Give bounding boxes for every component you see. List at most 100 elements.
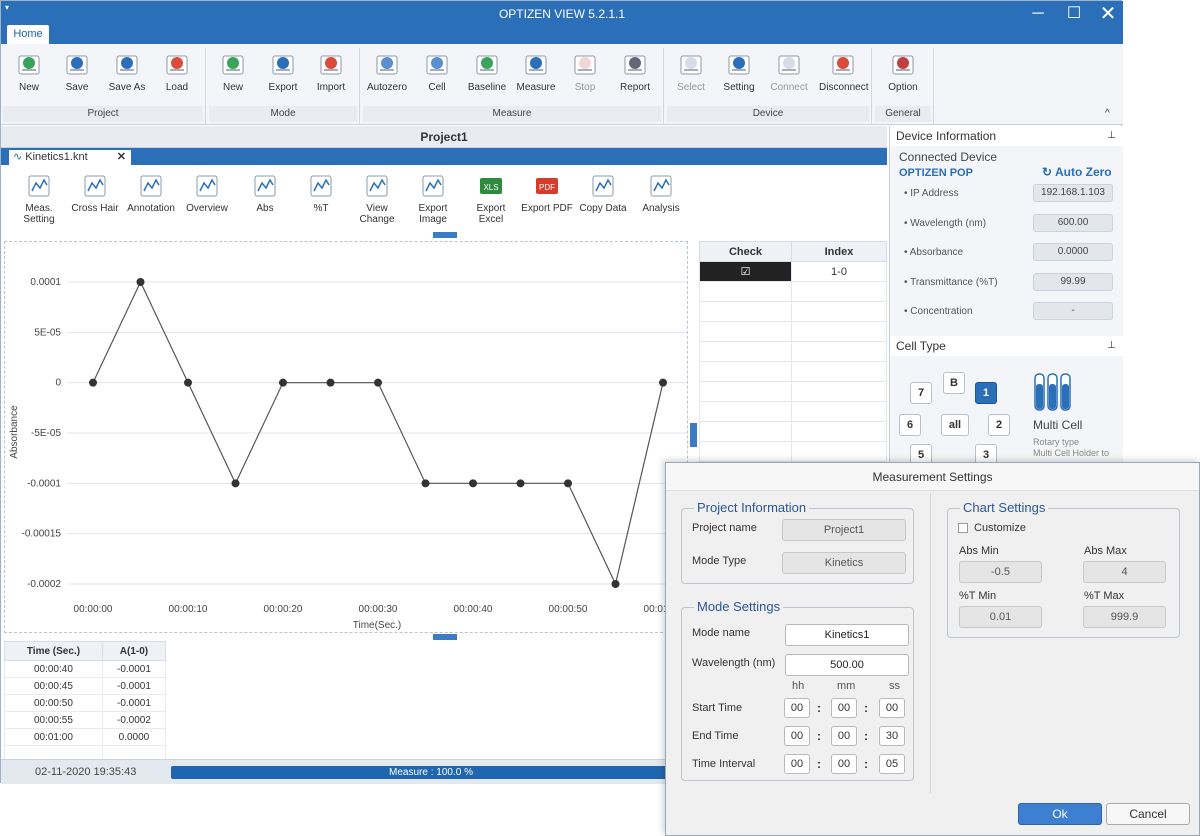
ribbon-measure-button[interactable]: Measure: [512, 50, 560, 93]
col-index[interactable]: Index: [791, 241, 887, 262]
chart-settings-group: Chart Settings Customize Abs Min Abs Max…: [947, 500, 1180, 638]
cell-type-header: Cell Type ⊥: [890, 336, 1124, 356]
ribbon-import-button[interactable]: Import: [307, 50, 355, 93]
pin-icon[interactable]: ⊥: [1107, 336, 1116, 356]
ribbon-new-project-button[interactable]: New: [5, 50, 53, 93]
ribbon-select-button[interactable]: Select: [667, 50, 715, 93]
table-row[interactable]: 00:00:45 -0.0001: [4, 677, 167, 695]
interval-time-hh-input[interactable]: 00: [784, 754, 810, 774]
ribbon-autozero-button[interactable]: Autozero: [363, 50, 411, 93]
data-point[interactable]: [611, 580, 620, 588]
toolbar-button-label: %T: [313, 203, 329, 214]
chart-svg: 0.0001 5E-05 0 -5E-05 -0.0001 -0.00015 -0.0002…: [9, 277, 687, 631]
end-time-hh-input[interactable]: 00: [784, 726, 810, 746]
toolbar-abs-button[interactable]: Abs: [239, 173, 291, 214]
data-point[interactable]: [231, 479, 240, 488]
cell-button-1[interactable]: 1: [975, 382, 997, 404]
ribbon-disconnect-button[interactable]: Disconnect: [819, 50, 868, 93]
toolbar-crosshair-button[interactable]: Cross Hair: [69, 173, 121, 214]
ribbon-baseline-button[interactable]: Baseline: [463, 50, 511, 93]
ribbon-setting-button[interactable]: Setting: [715, 50, 763, 93]
table-row[interactable]: ☑ 1-0: [699, 261, 887, 282]
interval-time-mm-input[interactable]: 00: [831, 754, 857, 774]
ribbon-load-button[interactable]: Load: [153, 50, 201, 93]
toolbar-view-change-button[interactable]: View Change: [351, 173, 403, 225]
ribbon-option-button[interactable]: Option: [879, 50, 927, 93]
close-button[interactable]: ✕: [1095, 4, 1121, 24]
data-point[interactable]: [469, 479, 477, 488]
cell-button-2[interactable]: 2: [988, 414, 1010, 436]
start-time-hh-input[interactable]: 00: [784, 698, 810, 718]
tab-document[interactable]: ∿ Kinetics1.knt ✕: [9, 150, 131, 165]
splitter-handle[interactable]: [690, 423, 697, 447]
overview-icon: [196, 175, 218, 197]
table-row[interactable]: 00:00:50 -0.0001: [4, 694, 167, 712]
interval-time-ss-input[interactable]: 05: [879, 754, 905, 774]
autozero-link[interactable]: ↻ Auto Zero: [1042, 165, 1112, 179]
table-row[interactable]: 00:00:55 -0.0002: [4, 711, 167, 729]
ribbon-new-mode-button[interactable]: New: [209, 50, 257, 93]
ribbon-tab-row: [1, 27, 1123, 44]
minimize-button[interactable]: ─: [1025, 4, 1051, 24]
ribbon-save-as-button[interactable]: Save As: [103, 50, 151, 93]
mode-name-input[interactable]: Kinetics1: [785, 624, 909, 646]
mode-name-label: Mode name: [692, 627, 751, 639]
splitter-handle-bottom[interactable]: [433, 634, 457, 640]
wavelength-input[interactable]: 500.00: [785, 654, 909, 676]
col-check[interactable]: Check: [699, 241, 792, 262]
toolbar-meas-setting-button[interactable]: Meas. Setting: [13, 173, 65, 225]
maximize-button[interactable]: ☐: [1061, 4, 1087, 24]
kinetics-chart[interactable]: 0.0001 5E-05 0 -5E-05 -0.0001 -0.00015 -0.0002…: [4, 241, 688, 633]
toolbar-export-image-button[interactable]: Export Image: [407, 173, 459, 225]
cell-button-6[interactable]: 6: [899, 414, 921, 436]
end-time-mm-input[interactable]: 00: [831, 726, 857, 746]
device-panel: Device Information ⊥ Connected Device OPT…: [889, 126, 1124, 466]
toolbar-overview-button[interactable]: Overview: [181, 173, 233, 214]
data-point[interactable]: [374, 378, 382, 387]
start-time-mm-input[interactable]: 00: [831, 698, 857, 718]
collapse-toolbar-handle[interactable]: [433, 232, 457, 238]
data-point[interactable]: [421, 479, 430, 488]
ribbon-report-button[interactable]: Report: [611, 50, 659, 93]
mode-type-field: Kinetics: [782, 552, 906, 574]
cancel-button[interactable]: Cancel: [1106, 803, 1190, 825]
customize-checkbox[interactable]: [958, 523, 968, 533]
data-point[interactable]: [279, 378, 287, 387]
data-point[interactable]: [516, 479, 525, 488]
data-point[interactable]: [136, 278, 145, 286]
cell-button-b[interactable]: B: [943, 372, 965, 394]
ribbon-stop-button[interactable]: Stop: [561, 50, 609, 93]
ribbon-export-button[interactable]: Export: [259, 50, 307, 93]
toolbar-analysis-button[interactable]: Analysis: [635, 173, 687, 214]
cell-button-7[interactable]: 7: [910, 382, 932, 404]
table-row[interactable]: 00:00:40 -0.0001: [4, 660, 167, 678]
ok-button[interactable]: Ok: [1018, 803, 1102, 825]
ribbon-save-button[interactable]: Save: [53, 50, 101, 93]
start-time-ss-input[interactable]: 00: [879, 698, 905, 718]
close-document-icon[interactable]: ✕: [117, 150, 126, 165]
time-separator: :: [817, 757, 821, 771]
toolbar-copy-data-button[interactable]: Copy Data: [577, 173, 629, 214]
pin-icon[interactable]: ⊥: [1107, 126, 1116, 146]
ribbon-button-label: Option: [888, 82, 918, 93]
data-point[interactable]: [564, 479, 572, 488]
data-point[interactable]: [89, 378, 97, 387]
ribbon-cell-button[interactable]: Cell: [413, 50, 461, 93]
data-point[interactable]: [659, 378, 667, 387]
toolbar-annotation-button[interactable]: Annotation: [125, 173, 177, 214]
data-point[interactable]: [326, 378, 335, 387]
data-point[interactable]: [184, 378, 192, 387]
check-cell[interactable]: ☑: [699, 261, 792, 282]
toolbar-export-pdf-button[interactable]: PDF Export PDF: [521, 173, 573, 214]
cell-button-all[interactable]: all: [941, 414, 969, 436]
col-time[interactable]: Time (Sec.): [4, 641, 103, 661]
tab-home[interactable]: Home: [7, 25, 49, 44]
collapse-ribbon-icon[interactable]: ^: [1105, 108, 1110, 119]
end-time-ss-input[interactable]: 30: [879, 726, 905, 746]
col-absorbance[interactable]: A(1-0): [101, 641, 167, 661]
toolbar-export-excel-button[interactable]: XLS Export Excel: [465, 173, 517, 225]
toolbar-transmittance-button[interactable]: %T: [295, 173, 347, 214]
table-row[interactable]: 00:01:00 0.0000: [4, 728, 167, 746]
mm-label: mm: [837, 680, 856, 692]
ribbon-connect-button[interactable]: Connect: [765, 50, 813, 93]
